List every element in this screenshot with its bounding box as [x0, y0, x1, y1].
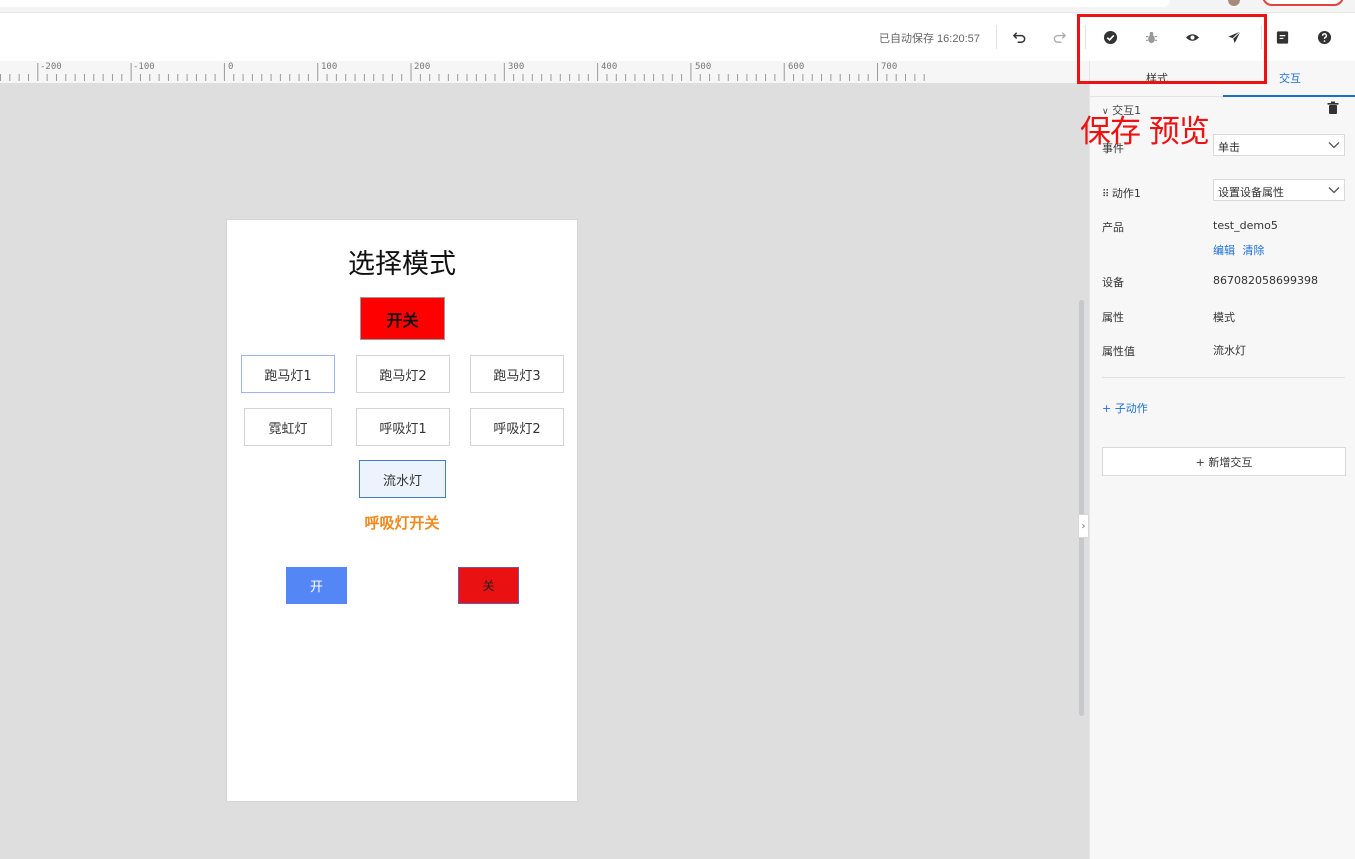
redo-icon — [1053, 31, 1066, 43]
help-button[interactable] — [1313, 26, 1335, 48]
event-select-value: 单击 — [1218, 141, 1240, 154]
tab-interaction[interactable]: 交互 — [1279, 70, 1301, 86]
toolbar-divider — [996, 25, 997, 49]
on-button[interactable]: 开 — [286, 567, 347, 604]
undo-icon — [1012, 31, 1025, 43]
product-value: test_demo5 — [1213, 219, 1278, 232]
action-label-text: 动作1 — [1111, 187, 1141, 200]
power-switch-button[interactable]: 开关 — [360, 297, 445, 340]
panel-divider — [1102, 377, 1345, 378]
trash-icon[interactable] — [1326, 101, 1340, 115]
off-button[interactable]: 关 — [458, 567, 519, 604]
undo-button[interactable] — [1008, 26, 1030, 48]
device-label: 设备 — [1102, 276, 1124, 289]
action-select[interactable]: 设置设备属性 — [1213, 179, 1345, 201]
property-value: 模式 — [1213, 311, 1235, 324]
add-interaction-button[interactable]: + 新增交互 — [1102, 447, 1346, 476]
ruler-ticks — [0, 63, 925, 81]
ruler-label: 400 — [601, 62, 618, 72]
ruler-label: 500 — [695, 62, 712, 72]
clear-link[interactable]: 清除 — [1243, 244, 1265, 257]
address-bar[interactable] — [0, 0, 1170, 7]
artboard-title[interactable]: 选择模式 — [227, 242, 577, 281]
panel-collapse-handle[interactable]: › — [1078, 514, 1089, 538]
property-value-label: 属性值 — [1102, 345, 1135, 358]
ruler-label: 600 — [788, 62, 805, 72]
browser-top-strip — [0, 0, 1355, 13]
properties-panel: 样式 交互 ∨ 交互1 事件 单击 ⠿ 动作1 设置设备属性 产品 test_d… — [1089, 61, 1355, 859]
ruler-label: 100 — [321, 62, 338, 72]
ruler-label: -200 — [40, 62, 62, 72]
action-label: ⠿ 动作1 — [1102, 185, 1141, 201]
breath-switch-label[interactable]: 呼吸灯开关 — [227, 512, 577, 533]
mode-button-breath-2[interactable]: 呼吸灯2 — [470, 408, 564, 446]
annotation-text: 保存 预览 — [1080, 114, 1210, 150]
artboard[interactable]: 选择模式 开关 跑马灯1 跑马灯2 跑马灯3 霓虹灯 呼吸灯1 呼吸灯2 流水灯… — [226, 219, 578, 802]
ruler-label: -100 — [133, 62, 155, 72]
active-tab-indicator — [1223, 95, 1355, 97]
ruler-label: 300 — [508, 62, 525, 72]
design-canvas[interactable]: 选择模式 开关 跑马灯1 跑马灯2 跑马灯3 霓虹灯 呼吸灯1 呼吸灯2 流水灯… — [0, 83, 1089, 859]
mode-button-marquee-3[interactable]: 跑马灯3 — [470, 355, 564, 393]
chevron-down-icon — [1328, 142, 1340, 149]
ruler-label: 0 — [228, 62, 234, 72]
mode-button-flowing[interactable]: 流水灯 — [359, 460, 446, 498]
chevron-right-icon: › — [1081, 520, 1086, 532]
redo-button[interactable] — [1048, 26, 1070, 48]
device-value: 867082058699398 — [1213, 274, 1318, 287]
mode-button-neon[interactable]: 霓虹灯 — [244, 408, 332, 446]
canvas-scrollbar[interactable] — [1079, 300, 1084, 716]
add-sub-action-link[interactable]: + 子动作 — [1102, 400, 1148, 416]
top-action-pill[interactable] — [1262, 0, 1344, 6]
document-icon — [1276, 30, 1288, 44]
product-label: 产品 — [1102, 221, 1124, 234]
property-label: 属性 — [1102, 311, 1124, 324]
help-icon — [1317, 30, 1331, 44]
event-select[interactable]: 单击 — [1213, 134, 1345, 156]
annotation-highlight-box — [1077, 14, 1267, 84]
drag-handle-icon[interactable]: ⠿ — [1102, 189, 1109, 200]
document-button[interactable] — [1271, 26, 1293, 48]
edit-link[interactable]: 编辑 — [1213, 244, 1235, 257]
product-links: 编辑 清除 — [1213, 242, 1265, 258]
property-value-value: 流水灯 — [1213, 344, 1246, 357]
action-select-value: 设置设备属性 — [1218, 186, 1284, 199]
mode-button-marquee-1[interactable]: 跑马灯1 — [241, 355, 335, 393]
mode-button-marquee-2[interactable]: 跑马灯2 — [356, 355, 450, 393]
autosave-status: 已自动保存 16:20:57 — [879, 33, 980, 45]
horizontal-ruler: -200 -100 0 100 200 300 400 500 600 700 — [0, 61, 1089, 83]
ruler-label: 700 — [881, 62, 898, 72]
ruler-label: 200 — [414, 62, 431, 72]
chevron-down-icon — [1328, 187, 1340, 194]
avatar[interactable] — [1228, 0, 1240, 6]
mode-button-breath-1[interactable]: 呼吸灯1 — [356, 408, 450, 446]
